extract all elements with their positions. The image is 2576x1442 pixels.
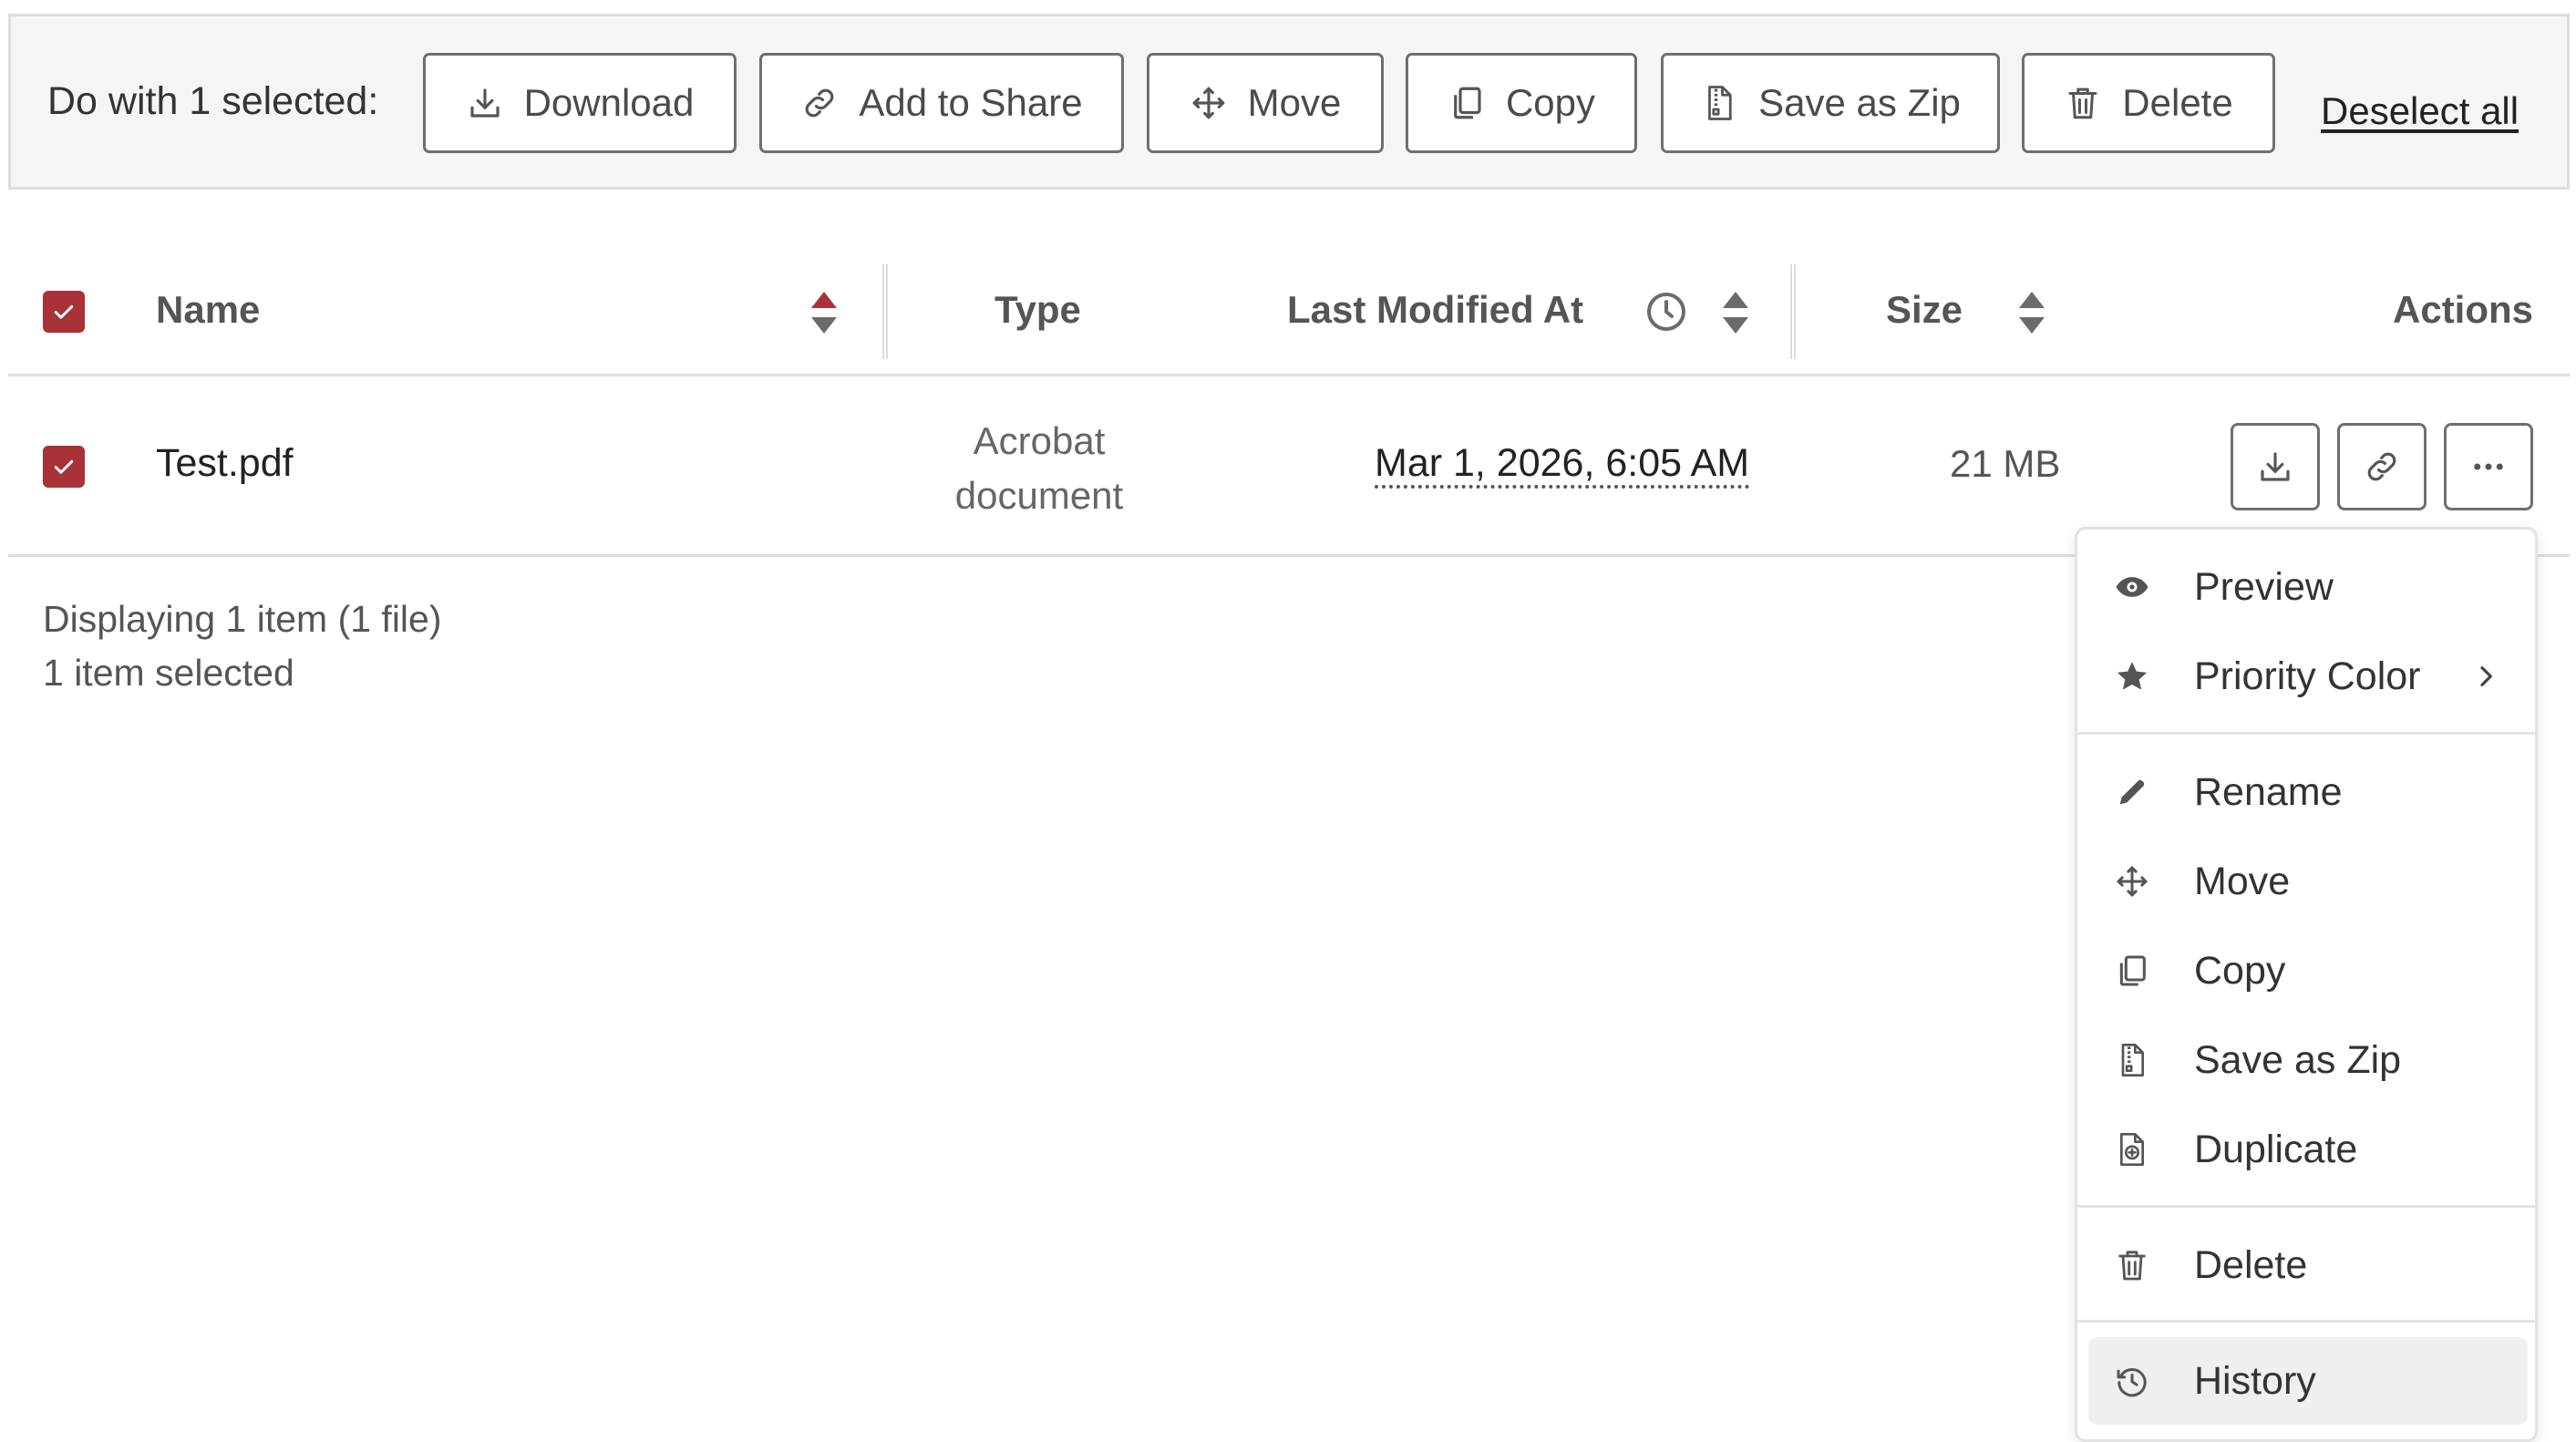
delete-button[interactable]: Delete xyxy=(2022,53,2275,153)
menu-item-label: Priority Color xyxy=(2194,654,2421,698)
column-header-size[interactable]: Size xyxy=(1886,288,1963,332)
file-type: Acrobat document xyxy=(902,414,1176,523)
save-as-zip-button[interactable]: Save as Zip xyxy=(1661,53,2000,153)
menu-item-label: Rename xyxy=(2194,769,2343,814)
menu-item-priority-color[interactable]: Priority Color xyxy=(2088,633,2528,720)
menu-item-preview[interactable]: Preview xyxy=(2088,543,2528,631)
save-as-zip-button-label: Save as Zip xyxy=(1758,81,1961,124)
row-share-link-button[interactable] xyxy=(2337,423,2427,510)
move-icon xyxy=(2117,866,2148,897)
column-header-last-modified[interactable]: Last Modified At xyxy=(1287,288,1583,332)
file-name[interactable]: Test.pdf xyxy=(156,441,294,486)
header-divider xyxy=(8,374,2570,376)
menu-item-label: History xyxy=(2194,1358,2316,1403)
check-icon xyxy=(54,304,74,319)
download-button-label: Download xyxy=(523,81,695,124)
menu-item-rename[interactable]: Rename xyxy=(2088,748,2528,836)
selection-toolbar: Do with 1 selected: Download Add to Shar… xyxy=(8,14,2570,190)
copy-icon xyxy=(2119,955,2146,986)
menu-separator xyxy=(2077,1205,2535,1208)
duplicate-file-icon xyxy=(2120,1133,2144,1166)
add-to-share-button[interactable]: Add to Share xyxy=(759,53,1124,153)
link-icon xyxy=(2367,452,2396,481)
menu-item-label: Copy xyxy=(2194,948,2286,993)
download-icon xyxy=(2261,452,2290,481)
row-checkbox[interactable] xyxy=(43,446,85,488)
link-icon xyxy=(806,88,834,118)
row-more-actions-button[interactable] xyxy=(2444,423,2533,510)
move-button[interactable]: Move xyxy=(1147,53,1384,153)
history-icon xyxy=(2117,1368,2147,1397)
eye-icon xyxy=(2116,577,2148,597)
menu-separator xyxy=(2077,732,2535,735)
download-button[interactable]: Download xyxy=(423,53,737,153)
selected-count: 1 item selected xyxy=(43,652,294,694)
column-separator[interactable] xyxy=(1790,264,1796,359)
column-header-type: Type xyxy=(994,288,1081,331)
column-separator[interactable] xyxy=(882,264,888,359)
clock-icon[interactable] xyxy=(1644,290,1688,334)
star-icon xyxy=(2117,662,2148,690)
file-size: 21 MB xyxy=(1950,442,2061,485)
select-all-checkbox[interactable] xyxy=(43,291,85,333)
check-icon xyxy=(54,459,74,474)
copy-icon xyxy=(1454,87,1481,119)
trash-icon xyxy=(2118,1251,2146,1281)
menu-item-save-as-zip[interactable]: Save as Zip xyxy=(2088,1016,2528,1104)
move-button-label: Move xyxy=(1247,81,1342,124)
menu-separator xyxy=(2077,1320,2535,1323)
column-header-actions: Actions xyxy=(2393,288,2534,331)
download-icon xyxy=(470,88,500,118)
file-type-line2: document xyxy=(954,474,1124,517)
trash-icon xyxy=(2068,88,2097,119)
menu-item-label: Delete xyxy=(2194,1242,2308,1287)
display-count: Displaying 1 item (1 file) xyxy=(43,598,442,640)
file-modified-date: Mar 1, 2026, 6:05 AM xyxy=(1375,441,1750,489)
menu-item-label: Move xyxy=(2194,859,2291,903)
zip-file-icon xyxy=(2121,1044,2144,1076)
menu-item-copy[interactable]: Copy xyxy=(2088,927,2528,1015)
menu-item-history[interactable]: History xyxy=(2088,1337,2528,1425)
sort-name-icon[interactable] xyxy=(809,290,839,335)
zip-file-icon xyxy=(1708,86,1732,120)
menu-item-label: Save as Zip xyxy=(2194,1037,2402,1082)
file-type-line1: Acrobat xyxy=(973,419,1106,462)
menu-item-move[interactable]: Move xyxy=(2088,838,2528,925)
chevron-right-icon xyxy=(2480,666,2492,686)
delete-button-label: Delete xyxy=(2122,81,2233,124)
pencil-icon xyxy=(2119,779,2145,805)
copy-button[interactable]: Copy xyxy=(1406,53,1637,153)
menu-item-delete[interactable]: Delete xyxy=(2088,1221,2528,1309)
row-download-button[interactable] xyxy=(2231,423,2320,510)
selection-label: Do with 1 selected: xyxy=(47,79,379,123)
sort-modified-icon[interactable] xyxy=(1721,290,1750,335)
sort-size-icon[interactable] xyxy=(2017,290,2046,335)
menu-item-label: Duplicate xyxy=(2194,1127,2358,1171)
menu-item-duplicate[interactable]: Duplicate xyxy=(2088,1106,2528,1193)
copy-button-label: Copy xyxy=(1505,81,1596,124)
move-icon xyxy=(1192,87,1224,119)
actions-context-menu: Preview Priority Color Rename Move Copy xyxy=(2075,527,2538,1442)
more-horizontal-icon xyxy=(2474,463,2503,470)
menu-item-label: Preview xyxy=(2194,564,2334,609)
deselect-all-link[interactable]: Deselect all xyxy=(2321,89,2519,133)
column-header-name[interactable]: Name xyxy=(156,288,260,332)
add-to-share-button-label: Add to Share xyxy=(859,81,1083,124)
